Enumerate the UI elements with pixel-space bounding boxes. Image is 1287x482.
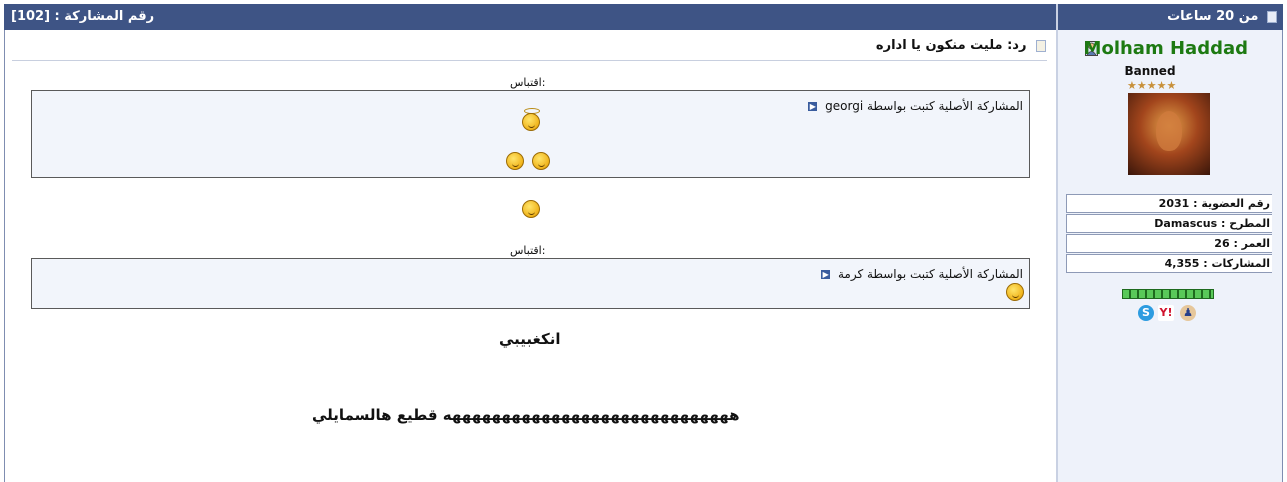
contact-icons: S Y! ♟ (1138, 305, 1198, 323)
age-row: العمر : 26 (1066, 234, 1272, 253)
thinking-smiley-icon (532, 152, 550, 170)
post-header-bar: رقم المشاركة : [102] (4, 4, 1057, 30)
yahoo-icon[interactable]: Y! (1158, 305, 1174, 321)
posts-count-row: المشاركات : 4,355 (1066, 254, 1272, 273)
quote-label: اقتباس: (510, 76, 546, 89)
location-row: المطرح : Damascus (1066, 214, 1272, 233)
quote-label: اقتباس: (510, 244, 546, 257)
user-title: Banned (1124, 64, 1176, 78)
quote-author-text: المشاركة الأصلية كتبت بواسطة georgi (825, 99, 1023, 113)
user-profile-icon[interactable]: ♟ (1180, 305, 1196, 321)
post-time-bar: من 20 ساعات (1058, 4, 1283, 30)
post-icon (1036, 39, 1046, 52)
thinking-smiley-icon (506, 152, 524, 170)
post-status-icon (1267, 10, 1277, 23)
skype-icon[interactable]: S (1138, 305, 1154, 321)
quote-author-text: المشاركة الأصلية كتبت بواسطة كرمة (837, 267, 1023, 281)
username-link[interactable]: Molham Haddad (1084, 38, 1248, 59)
member-id-row: رقم العضوية : 2031 (1066, 194, 1272, 213)
post-subject-text: رد: مليت منكون يا اداره (875, 38, 1027, 53)
subject-divider (12, 60, 1047, 61)
reputation-bar (1122, 289, 1214, 299)
user-avatar[interactable] (1128, 93, 1210, 175)
quote-header: المشاركة الأصلية كتبت بواسطة georgi ▶ (808, 99, 1023, 113)
angel-smiley-icon (522, 113, 540, 131)
quote-box: المشاركة الأصلية كتبت بواسطة كرمة ▶ (31, 258, 1030, 309)
post-number-label[interactable]: رقم المشاركة : [102] (11, 4, 154, 30)
user-panel: Molham Haddad Banned ★★★★★ رقم العضوية :… (1058, 30, 1282, 482)
post-time-label: من 20 ساعات (1167, 9, 1259, 24)
post-subject: رد: مليت منكون يا اداره (876, 38, 1046, 53)
quote-box: المشاركة الأصلية كتبت بواسطة georgi ▶ (31, 90, 1030, 178)
post-line: انكغبيبي (499, 330, 561, 348)
quote-header: المشاركة الأصلية كتبت بواسطة كرمة ▶ (821, 267, 1023, 281)
post-line: هههههههههههههههههههههههههههههه قطيع هالس… (312, 406, 740, 424)
view-post-arrow-icon[interactable]: ▶ (821, 270, 831, 279)
cool-smiley-icon (522, 200, 540, 218)
rank-stars: ★★★★★ (1127, 79, 1177, 92)
view-post-arrow-icon[interactable]: ▶ (808, 102, 818, 111)
tongue-smiley-icon (1006, 283, 1024, 301)
